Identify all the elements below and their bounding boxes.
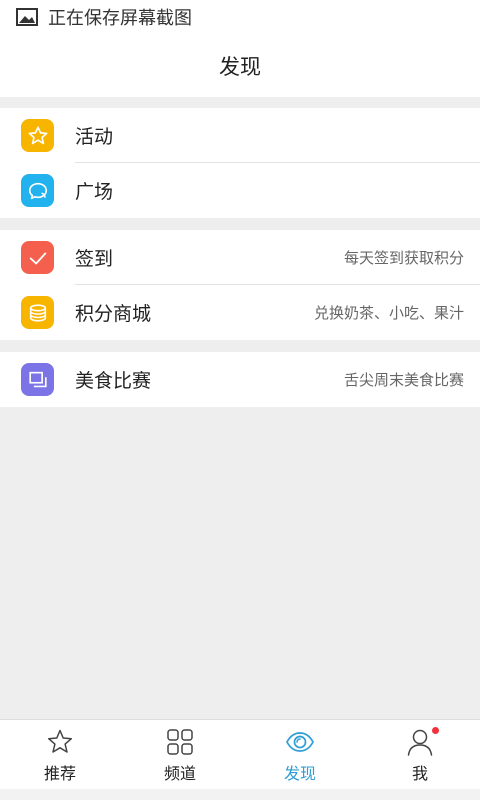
checkmark-icon — [29, 252, 46, 264]
menu-item-desc: 兑换奶茶、小吃、果汁 — [313, 304, 464, 322]
menu-item-label: 积分商城 — [75, 303, 152, 325]
bottom-strip — [0, 789, 480, 800]
image-icon — [16, 8, 38, 26]
menu-item-label: 签到 — [75, 248, 114, 270]
tab-discover[interactable]: 发现 — [240, 720, 360, 789]
page-header: 发现 — [0, 34, 480, 97]
menu-item-activity[interactable]: 活动 — [0, 108, 480, 163]
eye-icon — [286, 732, 314, 752]
checkin-tile — [21, 241, 54, 274]
points-mall-tile — [21, 296, 54, 329]
person-icon — [407, 729, 433, 756]
menu-group-3: 美食比赛 舌尖周末美食比赛 — [0, 352, 480, 407]
status-bar: 正在保存屏幕截图 — [0, 0, 480, 34]
activity-tile — [21, 119, 54, 152]
menu-item-desc: 每天签到获取积分 — [343, 249, 464, 267]
menu-item-desc: 舌尖周末美食比赛 — [343, 371, 464, 389]
star-icon — [28, 125, 47, 144]
menu-item-checkin[interactable]: 签到 每天签到获取积分 — [0, 230, 480, 285]
star-outline-icon — [47, 729, 73, 753]
food-contest-tile — [21, 363, 54, 396]
layers-icon — [28, 371, 47, 387]
menu-item-label: 广场 — [75, 181, 114, 203]
grid-icon — [167, 729, 193, 755]
menu-group-1: 活动 广场 — [0, 108, 480, 218]
tab-label: 发现 — [283, 764, 316, 783]
chat-bubbles-icon — [28, 182, 47, 199]
menu-group-2: 签到 每天签到获取积分 积分商城 兑换奶茶、小吃、果汁 — [0, 230, 480, 340]
tab-recommend[interactable]: 推荐 — [0, 720, 120, 789]
page-title: 发现 — [219, 54, 261, 79]
tab-label: 频道 — [163, 764, 196, 783]
menu-item-label: 活动 — [75, 126, 114, 148]
tab-label: 我 — [411, 764, 428, 783]
menu-item-food-contest[interactable]: 美食比赛 舌尖周末美食比赛 — [0, 352, 480, 407]
coin-stack-icon — [29, 303, 46, 322]
notification-badge — [432, 727, 439, 734]
tab-channels[interactable]: 频道 — [120, 720, 240, 789]
tab-me[interactable]: 我 — [360, 720, 480, 789]
status-text: 正在保存屏幕截图 — [48, 8, 192, 29]
tab-label: 推荐 — [43, 764, 76, 783]
bottom-tab-bar: 推荐 频道 发现 我 — [0, 719, 480, 789]
menu-item-plaza[interactable]: 广场 — [0, 163, 480, 218]
menu-item-label: 美食比赛 — [75, 370, 152, 392]
plaza-tile — [21, 174, 54, 207]
menu-item-points-mall[interactable]: 积分商城 兑换奶茶、小吃、果汁 — [0, 285, 480, 340]
